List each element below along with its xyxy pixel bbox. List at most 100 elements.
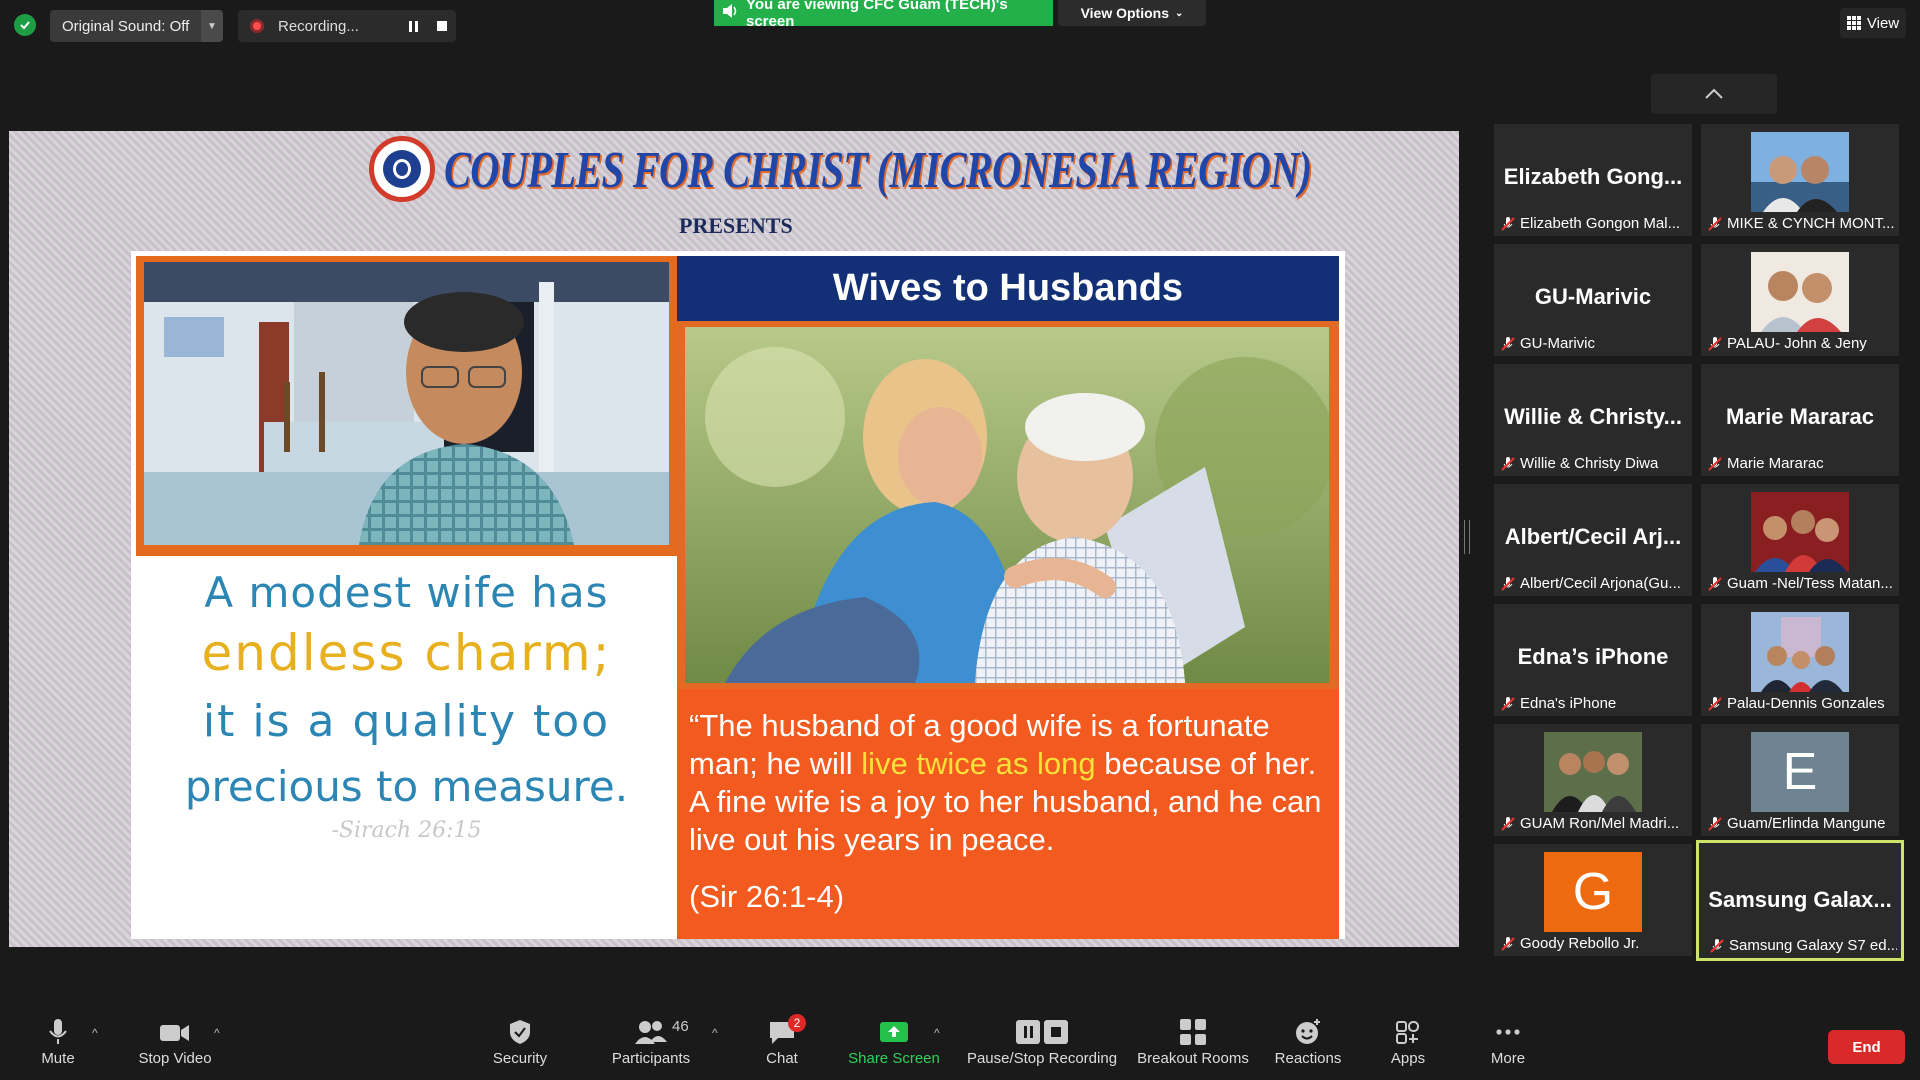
participant-tile[interactable]: Palau-Dennis Gonzales [1701, 604, 1899, 716]
participant-video-thumbnail [1751, 132, 1849, 212]
participant-tile[interactable]: E Guam/Erlinda Mangune [1701, 724, 1899, 836]
pause-recording-icon[interactable] [400, 14, 428, 38]
participant-tile[interactable]: MIKE & CYNCH MONT... [1701, 124, 1899, 236]
mic-muted-icon [1501, 936, 1515, 951]
security-label[interactable]: Security [493, 1050, 547, 1067]
apps-label[interactable]: Apps [1391, 1050, 1425, 1067]
more-label[interactable]: More [1491, 1050, 1525, 1067]
participant-name-label: Edna's iPhone [1520, 695, 1617, 712]
verse-highlight: live twice as long [861, 746, 1096, 781]
breakout-rooms-icon [1180, 1019, 1206, 1045]
stop-video-label[interactable]: Stop Video [138, 1050, 211, 1067]
viewing-banner-text: You are viewing CFC Guam (TECH)'s screen [746, 0, 1008, 30]
quote-line-3: it is a quality too [202, 696, 611, 747]
participant-tile[interactable]: GUAM Ron/Mel Madri... [1494, 724, 1692, 836]
apps-button[interactable]: Apps [1384, 1018, 1432, 1067]
chat-button[interactable]: 2 Chat [752, 1014, 812, 1067]
couple-photo [685, 327, 1329, 683]
mic-muted-icon [1708, 576, 1722, 591]
view-label[interactable]: View [1867, 15, 1899, 32]
more-button[interactable]: More [1484, 1018, 1532, 1067]
end-meeting-button[interactable]: End [1828, 1030, 1905, 1064]
chat-label[interactable]: Chat [766, 1050, 798, 1067]
mic-muted-icon [1708, 696, 1722, 711]
participant-display-name: Edna’s iPhone [1517, 644, 1669, 669]
presents-text: PRESENTS [679, 213, 793, 238]
audio-options-caret-icon[interactable]: ^ [92, 1026, 98, 1040]
security-button[interactable]: Security [484, 1018, 556, 1067]
participant-tile[interactable]: Willie & Christy... Willie & Christy Diw… [1494, 364, 1692, 476]
participant-tile[interactable]: GU-Marivic GU-Marivic [1494, 244, 1692, 356]
pause-stop-icon [1016, 1020, 1068, 1044]
participant-name-label: GUAM Ron/Mel Madri... [1520, 815, 1680, 832]
participant-name-label: Samsung Galaxy S7 ed... [1729, 937, 1897, 954]
mic-muted-icon [1501, 456, 1515, 471]
recording-label: Recording... [278, 17, 359, 35]
participant-tile[interactable]: Edna’s iPhone Edna's iPhone [1494, 604, 1692, 716]
breakout-rooms-button[interactable]: Breakout Rooms [1134, 1018, 1252, 1067]
quote-reference: -Sirach 26:15 [331, 818, 482, 843]
chevron-up-icon [1705, 88, 1723, 99]
participant-tile[interactable]: Marie Mararac Marie Mararac [1701, 364, 1899, 476]
video-options-caret-icon[interactable]: ^ [214, 1026, 220, 1040]
participant-display-name: Willie & Christy... [1504, 404, 1682, 429]
quote-line-4: precious to measure. [184, 762, 629, 811]
participant-tile[interactable]: PALAU- John & Jeny [1701, 244, 1899, 356]
original-sound-toggle[interactable]: Original Sound: Off ▼ [50, 10, 223, 42]
mic-muted-icon [1501, 216, 1515, 231]
participants-label[interactable]: Participants [612, 1050, 690, 1067]
original-sound-dropdown-icon[interactable]: ▼ [201, 10, 223, 42]
stop-recording-icon[interactable] [428, 14, 456, 38]
security-shield-icon[interactable] [14, 14, 36, 36]
gallery-collapse-button[interactable] [1651, 74, 1777, 114]
participant-tile[interactable]: Elizabeth Gong... Elizabeth Gongon Mal..… [1494, 124, 1692, 236]
org-title: COUPLES FOR CHRIST (MICRONESIA REGION) [444, 142, 1312, 199]
reactions-button[interactable]: Reactions [1270, 1018, 1346, 1067]
verse-reference: (Sir 26:1-4) [689, 879, 845, 914]
reactions-label[interactable]: Reactions [1275, 1050, 1342, 1067]
end-label[interactable]: End [1852, 1039, 1880, 1056]
participant-avatar: E [1751, 732, 1849, 812]
participant-name-label: Guam/Erlinda Mangune [1727, 815, 1886, 832]
share-options-caret-icon[interactable]: ^ [934, 1026, 940, 1040]
participant-name-label: Palau-Dennis Gonzales [1727, 695, 1885, 712]
participant-name-label: PALAU- John & Jeny [1727, 335, 1867, 352]
mic-muted-icon [1708, 216, 1722, 231]
original-sound-label[interactable]: Original Sound: Off [50, 18, 201, 35]
breakout-rooms-label[interactable]: Breakout Rooms [1137, 1050, 1249, 1067]
mic-muted-icon [1708, 336, 1722, 351]
view-options-button[interactable]: View Options ⌄ [1058, 0, 1206, 26]
mic-muted-icon [1708, 816, 1722, 831]
view-layout-button[interactable]: View [1840, 8, 1906, 38]
mute-label[interactable]: Mute [41, 1050, 74, 1067]
mute-button[interactable]: Mute [30, 1018, 86, 1067]
speaker-icon [722, 4, 738, 22]
participants-options-caret-icon[interactable]: ^ [712, 1026, 718, 1040]
participant-tile[interactable]: Guam -Nel/Tess Matan... [1701, 484, 1899, 596]
share-screen-button[interactable]: Share Screen [844, 1018, 944, 1067]
stop-video-button[interactable]: Stop Video [130, 1018, 220, 1067]
view-options-label[interactable]: View Options [1081, 5, 1169, 21]
quote-panel: A modest wife has endless charm; it is a… [136, 556, 677, 934]
chevron-down-icon: ⌄ [1175, 7, 1184, 19]
couple-photo-frame [677, 321, 1339, 689]
mic-muted-icon [1501, 336, 1515, 351]
active-speaker-tile[interactable]: Samsung Galax... Samsung Galaxy S7 ed... [1696, 840, 1904, 961]
pause-stop-recording-label[interactable]: Pause/Stop Recording [967, 1050, 1117, 1067]
participant-tile[interactable]: Albert/Cecil Arj... Albert/Cecil Arjona(… [1494, 484, 1692, 596]
split-drag-handle[interactable] [1464, 520, 1470, 554]
participant-display-name: Samsung Galax... [1708, 887, 1892, 912]
participant-name-label: GU-Marivic [1520, 335, 1595, 352]
participant-display-name: Marie Mararac [1726, 404, 1874, 429]
participant-tile[interactable]: G Goody Rebollo Jr. [1494, 844, 1692, 956]
apps-icon [1396, 1021, 1419, 1044]
mic-muted-icon [1501, 816, 1515, 831]
smiley-plus-icon [1296, 1019, 1320, 1044]
participant-video-thumbnail [1544, 732, 1642, 812]
mic-muted-icon [1501, 576, 1515, 591]
recording-dot-icon [250, 19, 264, 33]
participants-button[interactable]: 46 Participants [606, 1018, 696, 1067]
share-screen-label[interactable]: Share Screen [848, 1050, 940, 1067]
pause-stop-recording-button[interactable]: Pause/Stop Recording [962, 1018, 1122, 1067]
participant-name-label: Goody Rebollo Jr. [1520, 935, 1640, 952]
